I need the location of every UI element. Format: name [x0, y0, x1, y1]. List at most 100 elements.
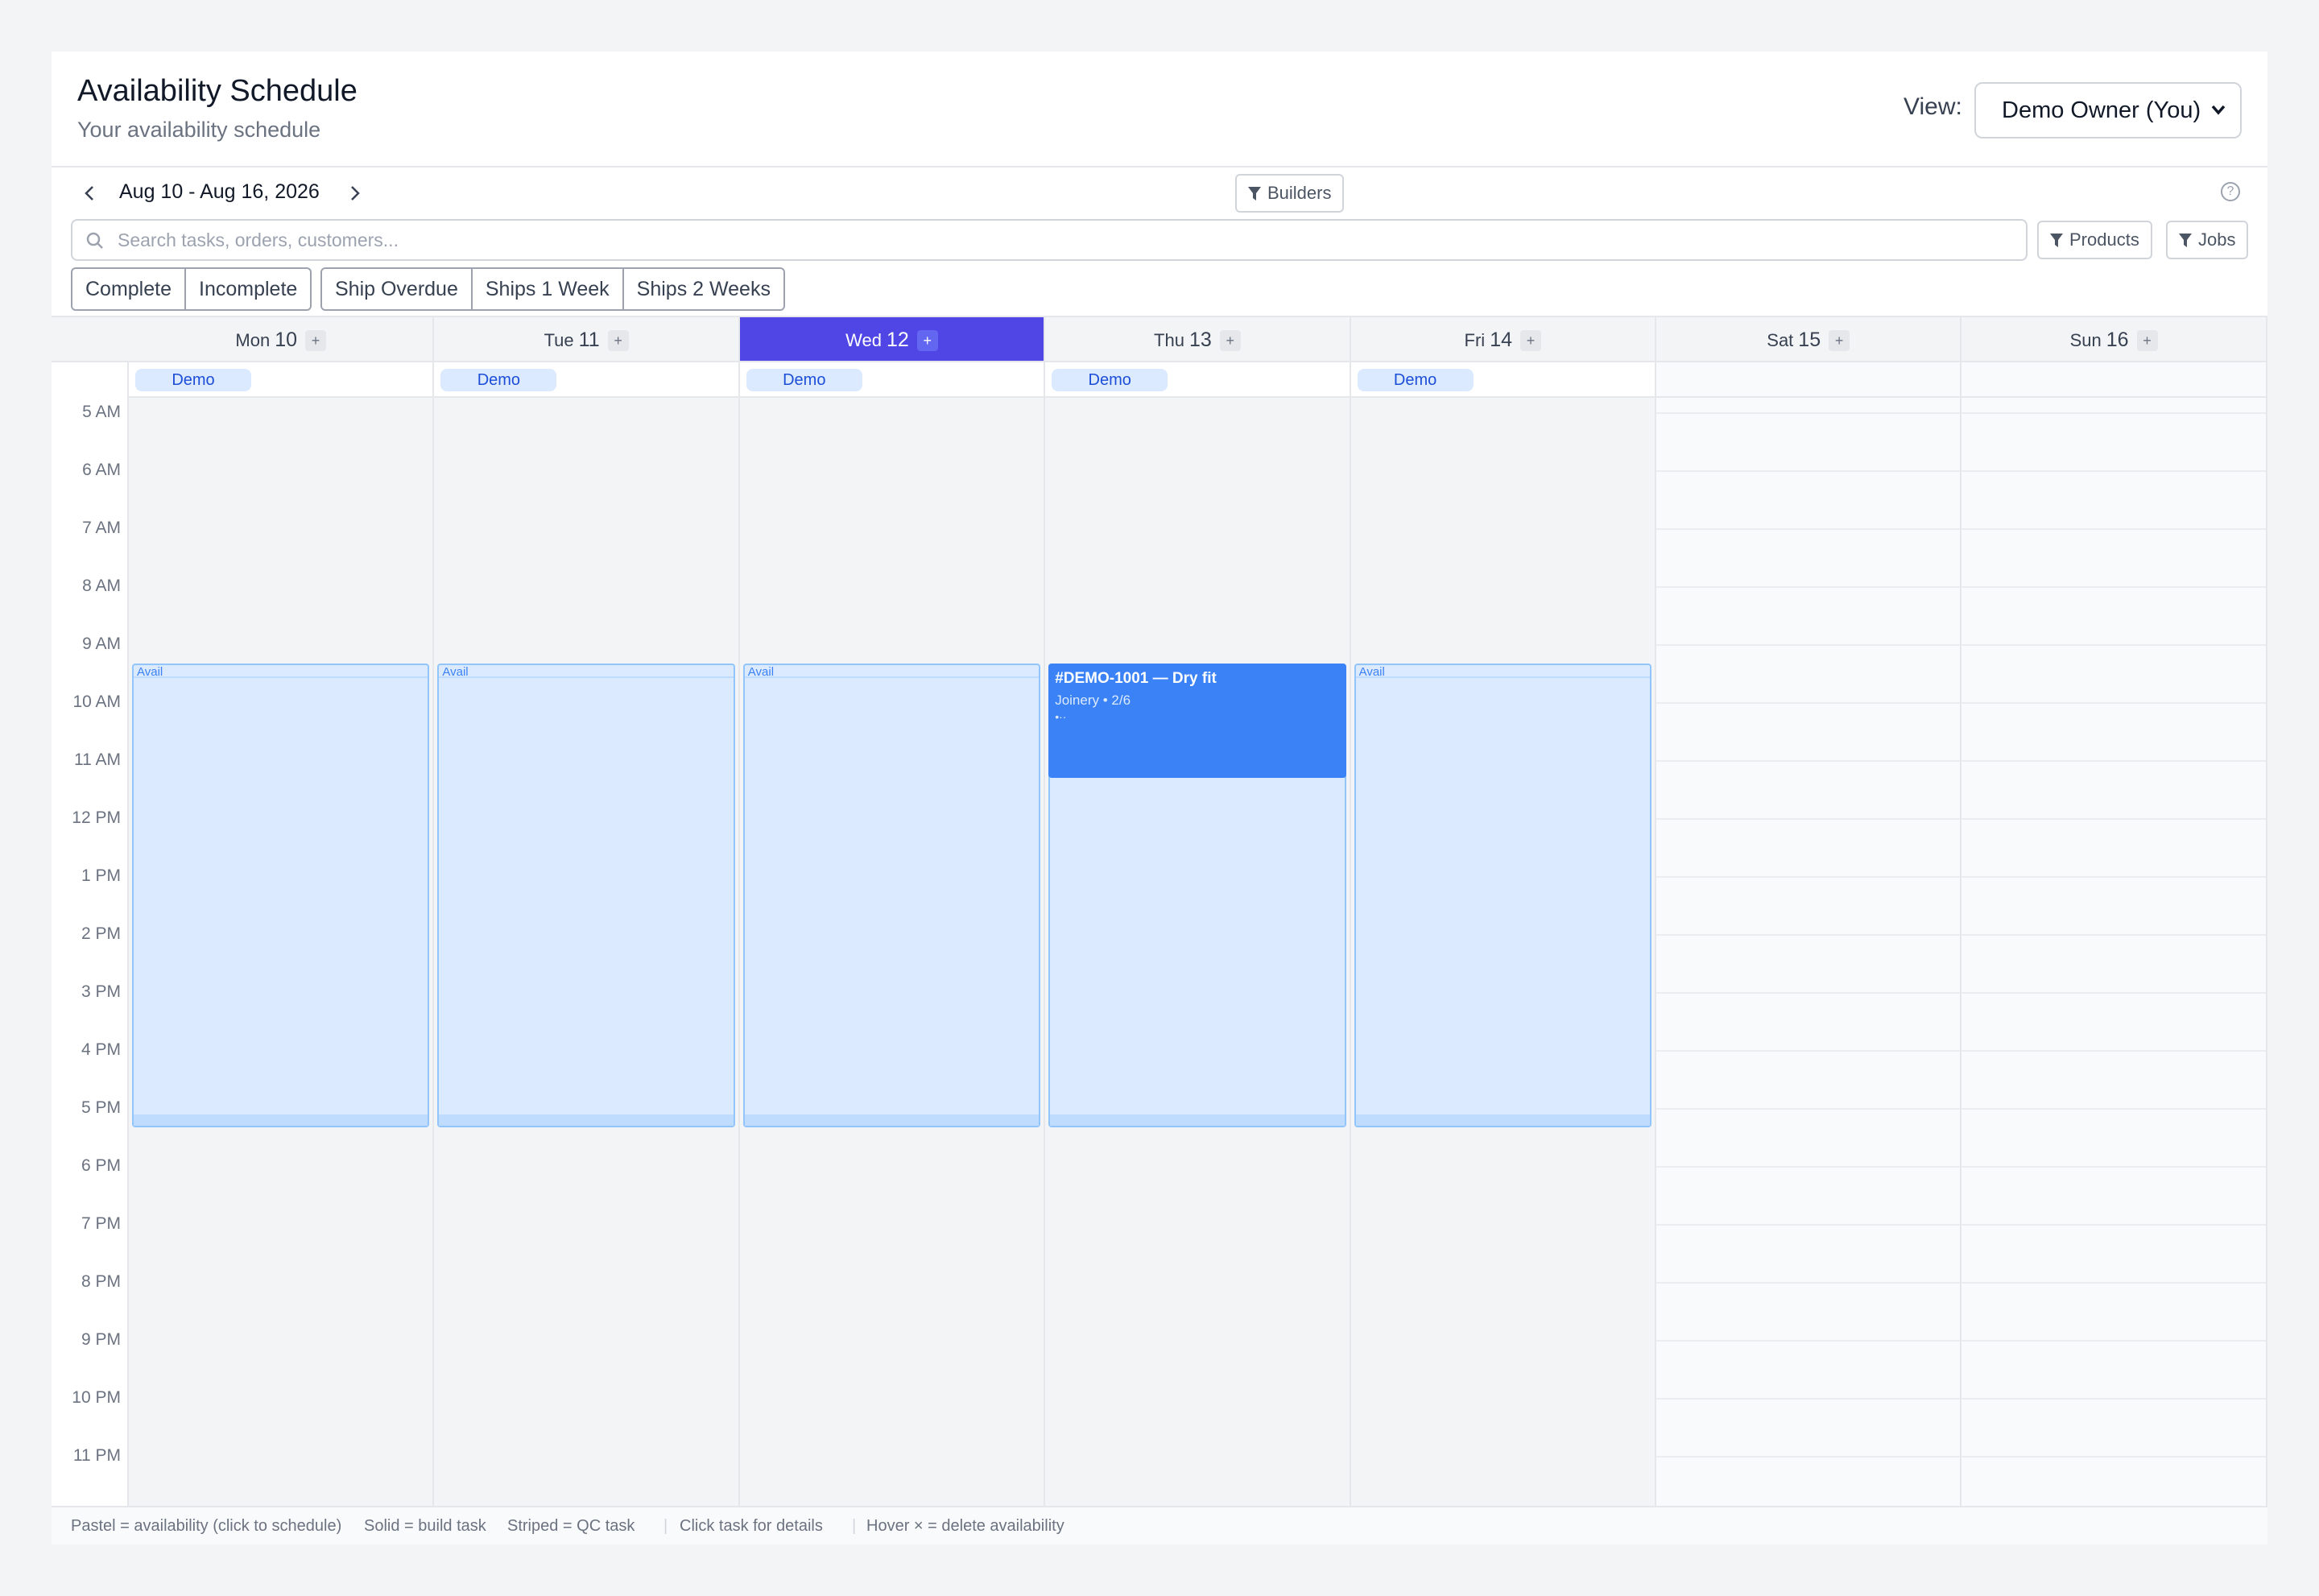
hour-label: 8 AM — [82, 577, 121, 595]
day-of-week: Sun — [2069, 330, 2102, 350]
hour-label: 3 PM — [81, 982, 121, 1001]
hour-gridline — [1656, 1340, 1961, 1342]
hour-gridline — [1961, 1166, 2266, 1168]
add-availability-button[interactable]: + — [916, 330, 938, 351]
search-placeholder: Search tasks, orders, customers... — [118, 229, 399, 250]
day-of-week: Mon — [235, 330, 271, 350]
availability-block[interactable]: Avail — [437, 664, 735, 1127]
availability-block[interactable]: Avail — [742, 664, 1041, 1127]
availability-resize-handle[interactable] — [1050, 1114, 1345, 1126]
add-availability-button[interactable]: + — [1219, 330, 1241, 351]
hour-label: 10 PM — [72, 1388, 121, 1407]
availability-resize-handle[interactable] — [1355, 1114, 1650, 1126]
owner-badge[interactable]: Demo — [1357, 369, 1474, 391]
legend-item: Pastel = availability (click to schedule… — [71, 1517, 342, 1535]
day-column-sun[interactable]: Sun 16 + — [1961, 317, 2267, 1506]
view-owner-select[interactable]: Demo Owner (You) — [1974, 82, 2242, 139]
schedule-card: Availability Schedule Your availability … — [52, 52, 2267, 1544]
add-availability-button[interactable]: + — [1520, 330, 1542, 351]
hour-gridline — [1656, 1050, 1961, 1052]
day-column-fri[interactable]: Fri 14 + Demo Avail — [1350, 317, 1656, 1506]
add-availability-button[interactable]: + — [1829, 330, 1850, 351]
day-header: Fri 14 + — [1350, 317, 1655, 362]
day-of-week: Wed — [845, 330, 882, 350]
hour-gridline — [1656, 412, 1961, 414]
availability-resize-handle[interactable] — [744, 1114, 1040, 1126]
hour-gridline — [1656, 1166, 1961, 1168]
week-calendar: 5 AM 6 AM 7 AM 8 AM 9 AM 10 AM 11 AM 12 PM 1 PM 2… — [52, 316, 2267, 1506]
hour-label: 5 PM — [81, 1098, 121, 1117]
day-of-week: Thu — [1154, 330, 1184, 350]
filter-incomplete[interactable]: Incomplete — [186, 269, 310, 309]
search-input[interactable]: Search tasks, orders, customers... — [71, 219, 2028, 261]
next-week-button[interactable] — [340, 179, 369, 208]
hour-gridline — [1961, 470, 2266, 472]
day-timeslots[interactable]: #DEMO-1001 — Dry fit Joinery • 2/6 •·· — [1045, 398, 1350, 1506]
hour-gridline — [1961, 1456, 2266, 1457]
availability-block[interactable]: Avail — [1354, 664, 1651, 1127]
day-column-sat[interactable]: Sat 15 + — [1656, 317, 1962, 1506]
day-column-wed[interactable]: Wed 12 + Demo Avail — [739, 317, 1046, 1506]
day-timeslots[interactable] — [1656, 398, 1961, 1506]
builders-filter-button[interactable]: Builders — [1235, 174, 1345, 213]
prev-week-button[interactable] — [76, 179, 105, 208]
owner-badge[interactable]: Demo — [440, 369, 557, 391]
day-column-tue[interactable]: Tue 11 + Demo Avail — [434, 317, 740, 1506]
add-availability-button[interactable]: + — [607, 330, 629, 351]
legend-separator: | — [852, 1517, 857, 1535]
hour-gridline — [1656, 818, 1961, 820]
chevron-left-icon — [85, 186, 93, 201]
hour-label: 1 PM — [81, 866, 121, 885]
day-column-thu[interactable]: Thu 13 + Demo #DEMO-1001 — Dry fit Joinery • … — [1045, 317, 1351, 1506]
filter-ships-2-weeks[interactable]: Ships 2 Weeks — [624, 269, 783, 309]
day-header: Wed 12 + — [739, 317, 1044, 362]
owner-badge[interactable]: Demo — [135, 369, 251, 391]
availability-resize-handle[interactable] — [439, 1114, 734, 1126]
help-circle-icon[interactable]: ? — [2221, 182, 2240, 201]
add-availability-button[interactable]: + — [2136, 330, 2158, 351]
ship-filter-group: Ship Overdue Ships 1 Week Ships 2 Weeks — [320, 267, 785, 311]
filter-complete[interactable]: Complete — [72, 269, 186, 309]
day-timeslots[interactable]: Avail — [739, 398, 1044, 1506]
filter-ship-overdue[interactable]: Ship Overdue — [322, 269, 473, 309]
day-header: Thu 13 + — [1045, 317, 1350, 362]
availability-resize-handle[interactable] — [134, 1114, 428, 1126]
availability-block[interactable]: Avail — [132, 664, 430, 1127]
day-timeslots[interactable]: Avail — [1350, 398, 1655, 1506]
hour-label: 5 AM — [82, 403, 121, 421]
hour-label: 6 PM — [81, 1156, 121, 1175]
hour-gridline — [1656, 934, 1961, 936]
day-number: 10 — [275, 329, 297, 351]
filter-ships-1-week[interactable]: Ships 1 Week — [473, 269, 624, 309]
day-timeslots[interactable]: Avail — [129, 398, 433, 1506]
day-number: 11 — [578, 329, 600, 351]
hour-gridline — [1961, 702, 2266, 704]
owner-badge[interactable]: Demo — [746, 369, 862, 391]
view-owner-value: Demo Owner (You) — [2002, 97, 2201, 123]
day-number: 12 — [887, 329, 909, 351]
day-of-week: Fri — [1464, 330, 1486, 350]
day-timeslots[interactable]: Avail — [434, 398, 738, 1506]
filter-icon — [2050, 234, 2063, 247]
chevron-right-icon — [351, 186, 360, 201]
hour-label: 8 PM — [81, 1272, 121, 1291]
products-filter-button[interactable]: Products — [2037, 221, 2152, 259]
owner-badge[interactable]: Demo — [1052, 369, 1168, 391]
owner-row — [1961, 362, 2266, 398]
hour-gridline — [1961, 1398, 2266, 1400]
hour-gridline — [1961, 760, 2266, 762]
status-filter-group: Complete Incomplete — [71, 267, 312, 311]
add-availability-button[interactable]: + — [305, 330, 326, 351]
hour-gridline — [1656, 1108, 1961, 1110]
hour-gridline — [1656, 1398, 1961, 1400]
day-timeslots[interactable] — [1961, 398, 2266, 1506]
jobs-filter-button[interactable]: Jobs — [2166, 221, 2249, 259]
products-label: Products — [2069, 229, 2139, 250]
gutter-corner — [52, 317, 129, 362]
hour-gridline — [1961, 528, 2266, 530]
day-column-mon[interactable]: Mon 10 + Demo Avail — [129, 317, 435, 1506]
day-number: 16 — [2106, 329, 2129, 351]
build-task-block[interactable]: #DEMO-1001 — Dry fit Joinery • 2/6 •·· — [1048, 664, 1346, 778]
owner-row: Demo — [129, 362, 433, 398]
owner-row: Demo — [1045, 362, 1350, 398]
